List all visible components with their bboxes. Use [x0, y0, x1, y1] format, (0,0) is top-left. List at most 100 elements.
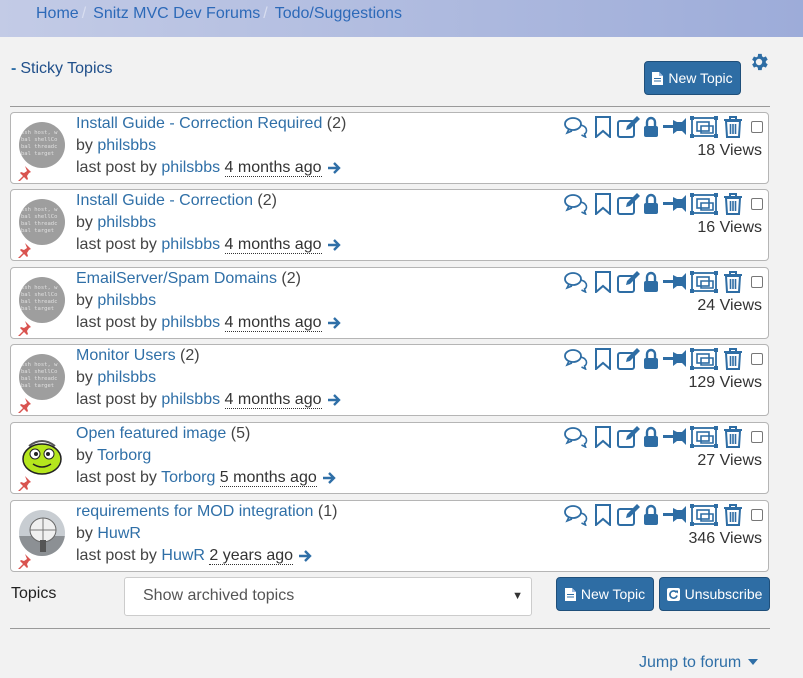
pin-icon[interactable] — [663, 116, 687, 143]
delete-icon[interactable] — [723, 504, 743, 531]
select-checkbox[interactable] — [751, 276, 763, 288]
reply-icon[interactable] — [564, 116, 588, 143]
pin-icon[interactable] — [663, 426, 687, 453]
last-post-author-link[interactable]: philsbbs — [161, 159, 220, 176]
reply-icon[interactable] — [564, 271, 588, 298]
lock-icon[interactable] — [643, 116, 659, 143]
edit-icon[interactable] — [617, 193, 641, 220]
new-topic-button[interactable]: New Topic — [644, 61, 741, 95]
edit-icon[interactable] — [617, 271, 641, 298]
topic-actions — [564, 193, 770, 217]
edit-icon[interactable] — [617, 116, 641, 143]
lock-icon[interactable] — [643, 193, 659, 220]
svg-text:bal target: bal target — [21, 151, 54, 157]
delete-icon[interactable] — [723, 348, 743, 375]
gear-icon[interactable] — [748, 51, 770, 73]
topic-title-link[interactable]: Monitor Users — [76, 347, 176, 364]
by-label: by — [76, 137, 93, 154]
author-link[interactable]: philsbbs — [97, 137, 156, 154]
move-icon[interactable] — [690, 271, 718, 298]
new-topic-button-bottom[interactable]: New Topic — [556, 577, 654, 611]
breadcrumb: Home / Snitz MVC Dev Forums / Todo/Suggestio… — [36, 5, 402, 23]
reply-icon[interactable] — [564, 426, 588, 453]
author-link[interactable]: philsbbs — [97, 292, 156, 309]
topic-title-link[interactable]: Open featured image — [76, 425, 226, 442]
reply-icon[interactable] — [564, 504, 588, 531]
avatar — [19, 432, 65, 478]
bookmark-icon[interactable] — [594, 116, 612, 143]
delete-icon[interactable] — [723, 116, 743, 143]
topic-row: ssh host, w bal shellCo bal threadc bal tar… — [10, 344, 769, 416]
svg-text:bal target: bal target — [21, 228, 54, 234]
delete-icon[interactable] — [723, 426, 743, 453]
avatar: ssh host, w bal shellCo bal threadc bal tar… — [19, 354, 65, 400]
author-link[interactable]: HuwR — [97, 525, 141, 542]
select-checkbox[interactable] — [751, 431, 763, 443]
svg-text:bal shellCo: bal shellCo — [21, 292, 57, 298]
last-post-label: last post by — [76, 547, 157, 564]
arrow-right-icon[interactable] — [327, 316, 342, 334]
edit-icon[interactable] — [617, 348, 641, 375]
sticky-topics-toggle[interactable]: - Sticky Topics — [11, 60, 113, 78]
bookmark-icon[interactable] — [594, 504, 612, 531]
bookmark-icon[interactable] — [594, 426, 612, 453]
topic-actions — [564, 348, 770, 372]
topic-title-link[interactable]: Install Guide - Correction — [76, 192, 253, 209]
move-icon[interactable] — [690, 504, 718, 531]
pin-icon[interactable] — [663, 271, 687, 298]
lock-icon[interactable] — [643, 348, 659, 375]
last-post-author-link[interactable]: philsbbs — [161, 236, 220, 253]
jump-to-forum[interactable]: Jump to forum — [639, 654, 758, 672]
lock-icon[interactable] — [643, 271, 659, 298]
arrow-right-icon[interactable] — [327, 393, 342, 411]
arrow-right-icon[interactable] — [327, 238, 342, 256]
select-checkbox[interactable] — [751, 198, 763, 210]
lock-icon[interactable] — [643, 504, 659, 531]
author-link[interactable]: philsbbs — [97, 369, 156, 386]
reply-icon[interactable] — [564, 193, 588, 220]
unsubscribe-button[interactable]: Unsubscribe — [659, 577, 770, 611]
breadcrumb-home[interactable]: Home — [36, 5, 79, 22]
delete-icon[interactable] — [723, 271, 743, 298]
last-post-author-link[interactable]: HuwR — [161, 547, 205, 564]
topic-title-link[interactable]: Install Guide - Correction Required — [76, 115, 322, 132]
svg-text:bal target: bal target — [21, 306, 54, 312]
select-checkbox[interactable] — [751, 353, 763, 365]
pin-icon[interactable] — [663, 504, 687, 531]
reply-icon[interactable] — [564, 348, 588, 375]
bookmark-icon[interactable] — [594, 193, 612, 220]
topic-actions — [564, 504, 770, 528]
breadcrumb-forum[interactable]: Snitz MVC Dev Forums — [93, 5, 260, 22]
last-post-time: 4 months ago — [224, 391, 322, 409]
select-checkbox[interactable] — [751, 121, 763, 133]
select-checkbox[interactable] — [751, 509, 763, 521]
bookmark-icon[interactable] — [594, 348, 612, 375]
pin-icon[interactable] — [663, 193, 687, 220]
move-icon[interactable] — [690, 116, 718, 143]
topic-row: requirements for MOD integration (1) by H… — [10, 500, 769, 572]
delete-icon[interactable] — [723, 193, 743, 220]
topic-title-link[interactable]: requirements for MOD integration — [76, 503, 313, 520]
arrow-right-icon[interactable] — [327, 161, 342, 179]
lock-icon[interactable] — [643, 426, 659, 453]
breadcrumb-category[interactable]: Todo/Suggestions — [275, 5, 402, 22]
topic-title-link[interactable]: EmailServer/Spam Domains — [76, 270, 277, 287]
topic-actions — [564, 271, 770, 295]
author-link[interactable]: Torborg — [97, 447, 151, 464]
archived-topics-select[interactable]: Show archived topics ▼ — [124, 577, 532, 616]
arrow-right-icon[interactable] — [299, 549, 313, 567]
bookmark-icon[interactable] — [594, 271, 612, 298]
by-label: by — [76, 292, 93, 309]
last-post-author-link[interactable]: philsbbs — [161, 314, 220, 331]
author-link[interactable]: philsbbs — [97, 214, 156, 231]
last-post-author-link[interactable]: philsbbs — [161, 391, 220, 408]
arrow-right-icon[interactable] — [322, 471, 337, 489]
move-icon[interactable] — [690, 193, 718, 220]
last-post-author-link[interactable]: Torborg — [161, 469, 215, 486]
edit-icon[interactable] — [617, 426, 641, 453]
pin-icon[interactable] — [663, 348, 687, 375]
move-icon[interactable] — [690, 426, 718, 453]
move-icon[interactable] — [690, 348, 718, 375]
edit-icon[interactable] — [617, 504, 641, 531]
collapse-icon: - — [11, 60, 17, 77]
